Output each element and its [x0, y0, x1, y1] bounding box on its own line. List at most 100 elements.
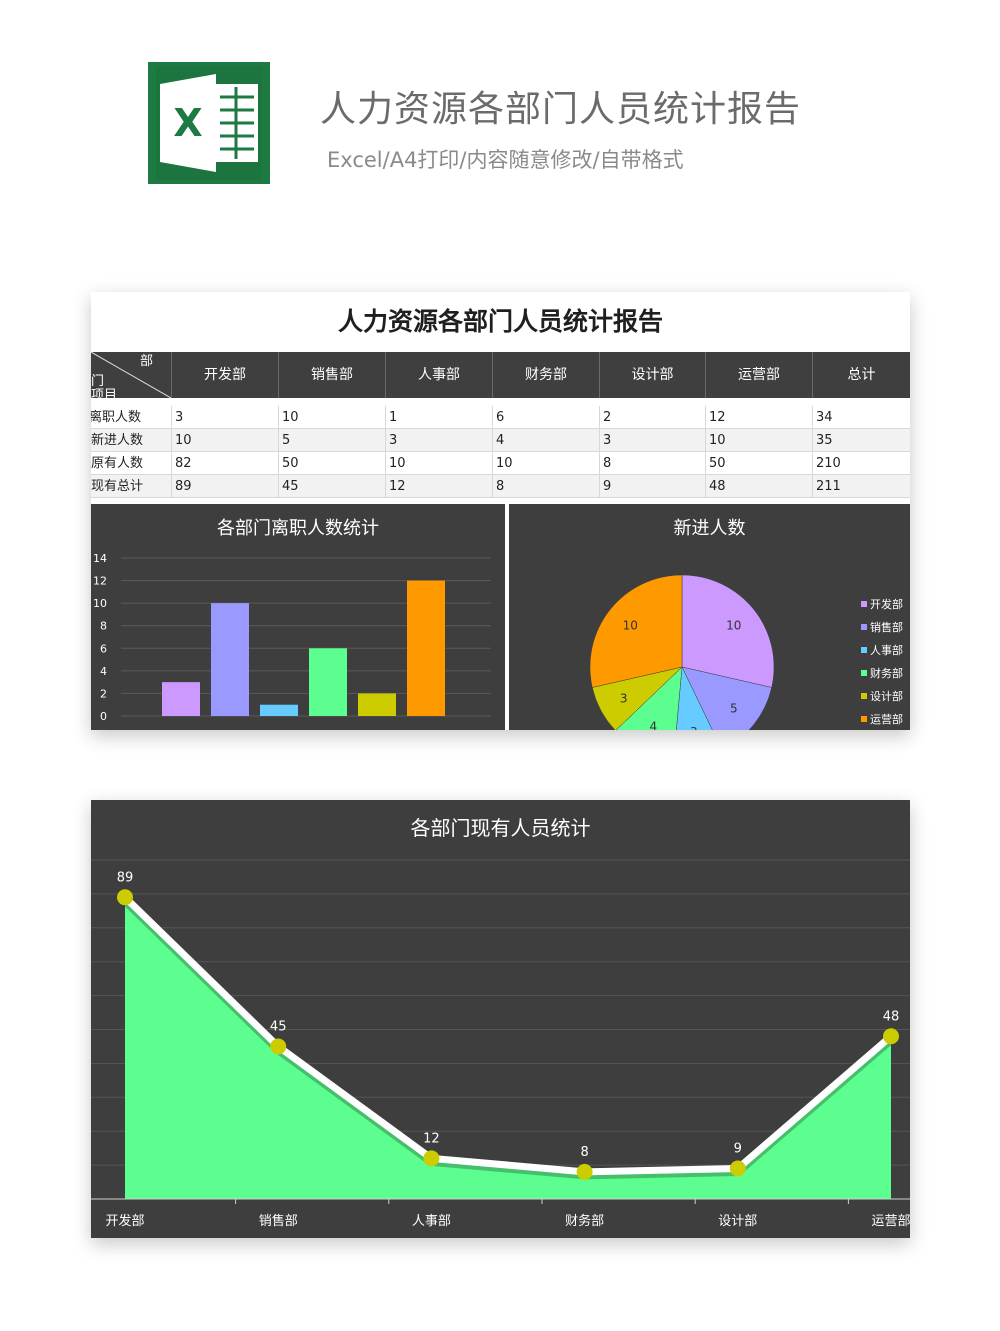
- area-data-label: 8: [580, 1145, 588, 1160]
- row-label: 离职人数: [91, 410, 142, 425]
- bar-y-tick-label: 6: [100, 642, 107, 655]
- table-row: 新进人数 10 5 3 4 3 10 35: [91, 429, 910, 452]
- table-cell: 12: [705, 406, 812, 429]
- bar-y-tick-label: 4: [100, 665, 107, 678]
- area-x-tick-label: 财务部: [565, 1213, 604, 1229]
- area-x-tick-label: 开发部: [105, 1213, 144, 1229]
- table-cell: 10: [705, 429, 812, 452]
- column-header: 开发部: [171, 352, 278, 398]
- table-cell: 48: [705, 475, 812, 498]
- logo-letter: X: [173, 101, 202, 145]
- table-cell: 10: [492, 452, 599, 475]
- table-cell: 3: [599, 429, 705, 452]
- area-x-tick-label: 人事部: [412, 1214, 451, 1229]
- pie-data-label: 4: [649, 720, 657, 730]
- row-label: 原有人数: [91, 456, 144, 471]
- bar-chart: 0 2 4 6 8 10 12 14: [93, 552, 491, 723]
- table-cell: 45: [278, 475, 385, 498]
- area-chart: 89 开发部 45 销售部 12 人事部 8 财务部 9 设计部 48 运营部: [91, 859, 910, 1229]
- report-title: 人力资源各部门人员统计报告: [337, 307, 663, 336]
- pie-legend-swatch: [861, 647, 867, 653]
- bar-y-tick-label: 0: [100, 710, 107, 723]
- report-card: 人力资源各部门人员统计报告 部 门 项目 开发部 销售部 人事部 财务部 设计部…: [91, 292, 910, 730]
- area-data-label: 9: [734, 1141, 742, 1156]
- area-x-tick-label: 运营部: [871, 1214, 910, 1229]
- table-cell: 10: [171, 429, 278, 452]
- area-point: [729, 1160, 746, 1177]
- table-corner-cell: 部 门 项目: [91, 352, 171, 403]
- table-cell: 1: [385, 406, 492, 429]
- column-header: 财务部: [492, 352, 599, 398]
- bar: [407, 580, 445, 716]
- table-cell: 89: [171, 475, 278, 498]
- pie-data-label: 3: [620, 691, 628, 705]
- row-label: 新进人数: [91, 433, 144, 448]
- bar-chart-panel: 各部门离职人数统计 0 2 4 6 8 10 12 14: [91, 504, 505, 730]
- table-row: 现有总计 89 45 12 8 9 48 211: [91, 475, 910, 498]
- pie-chart-panel: 新进人数 10534310开发部销售部人事部财务部设计部运营部: [509, 504, 910, 730]
- table-cell: 9: [599, 475, 705, 498]
- pie-legend-swatch: [861, 716, 867, 722]
- table-cell: 12: [385, 475, 492, 498]
- area-data-label: 48: [883, 1009, 900, 1024]
- bar-y-tick-label: 14: [93, 552, 107, 565]
- area-x-tick-label: 销售部: [259, 1213, 298, 1229]
- table-cell: 2: [599, 406, 705, 429]
- pie-data-label: 10: [623, 619, 638, 633]
- area-data-label: 12: [423, 1131, 440, 1146]
- excel-logo-icon: X: [148, 62, 270, 184]
- area-point: [883, 1028, 899, 1045]
- bar-y-tick-label: 2: [100, 687, 107, 700]
- bar-y-tick-label: 8: [100, 620, 107, 633]
- area-data-label: 89: [117, 870, 134, 885]
- table-cell: 50: [278, 452, 385, 475]
- table-cell: 4: [492, 429, 599, 452]
- area-point: [423, 1150, 440, 1167]
- table-cell: 3: [171, 406, 278, 429]
- pie-legend-label: 开发部: [870, 597, 903, 611]
- area-point: [117, 889, 133, 906]
- column-header: 人事部: [385, 352, 492, 398]
- page-title: 人力资源各部门人员统计报告: [320, 89, 802, 130]
- table-header: 部 门 项目 开发部 销售部 人事部 财务部 设计部 运营部 总计: [91, 352, 910, 403]
- column-header: 运营部: [705, 352, 812, 398]
- area-data-label: 45: [270, 1019, 287, 1034]
- area-point: [576, 1163, 593, 1180]
- table-cell: 3: [385, 429, 492, 452]
- table-row: 离职人数 3 10 1 6 2 12 34: [91, 406, 910, 429]
- bar: [358, 693, 396, 716]
- table-cell: 5: [278, 429, 385, 452]
- column-header: 设计部: [599, 352, 705, 398]
- pie-legend-label: 销售部: [870, 620, 903, 634]
- area-chart-card: 各部门现有人员统计 89 开发部 45 销售部 12 人事部 8 财务部 9 设计部 48 运营部: [91, 800, 910, 1238]
- table-cell: 35: [812, 429, 910, 452]
- column-header: 销售部: [278, 352, 385, 398]
- pie-legend-label: 运营部: [870, 712, 903, 726]
- pie-data-label: 5: [730, 701, 738, 715]
- row-label: 现有总计: [91, 479, 144, 494]
- area-x-tick-label: 设计部: [718, 1214, 757, 1229]
- corner-label-top: 部: [140, 354, 154, 369]
- pie-legend-swatch: [861, 670, 867, 676]
- pie-data-label: 3: [690, 725, 698, 730]
- pie-legend-swatch: [861, 693, 867, 699]
- pie-legend-swatch: [861, 601, 867, 607]
- table-cell: 50: [705, 452, 812, 475]
- bar: [309, 648, 347, 716]
- table-cell: 6: [492, 406, 599, 429]
- table-row: 原有人数 82 50 10 10 8 50 210: [91, 452, 910, 475]
- pie-legend-label: 财务部: [870, 666, 903, 680]
- bar: [260, 704, 298, 716]
- bar: [211, 603, 249, 716]
- bar: [162, 682, 200, 716]
- table-cell: 82: [171, 452, 278, 475]
- pie-data-label: 10: [726, 619, 741, 633]
- column-header: 总计: [812, 352, 910, 398]
- pie-legend-label: 设计部: [870, 689, 903, 703]
- area-point: [270, 1038, 287, 1055]
- table-cell: 8: [492, 475, 599, 498]
- bar-y-tick-label: 10: [93, 597, 107, 610]
- area-fill: [125, 897, 891, 1199]
- bar-y-tick-label: 12: [93, 575, 107, 588]
- pie-legend-swatch: [861, 624, 867, 630]
